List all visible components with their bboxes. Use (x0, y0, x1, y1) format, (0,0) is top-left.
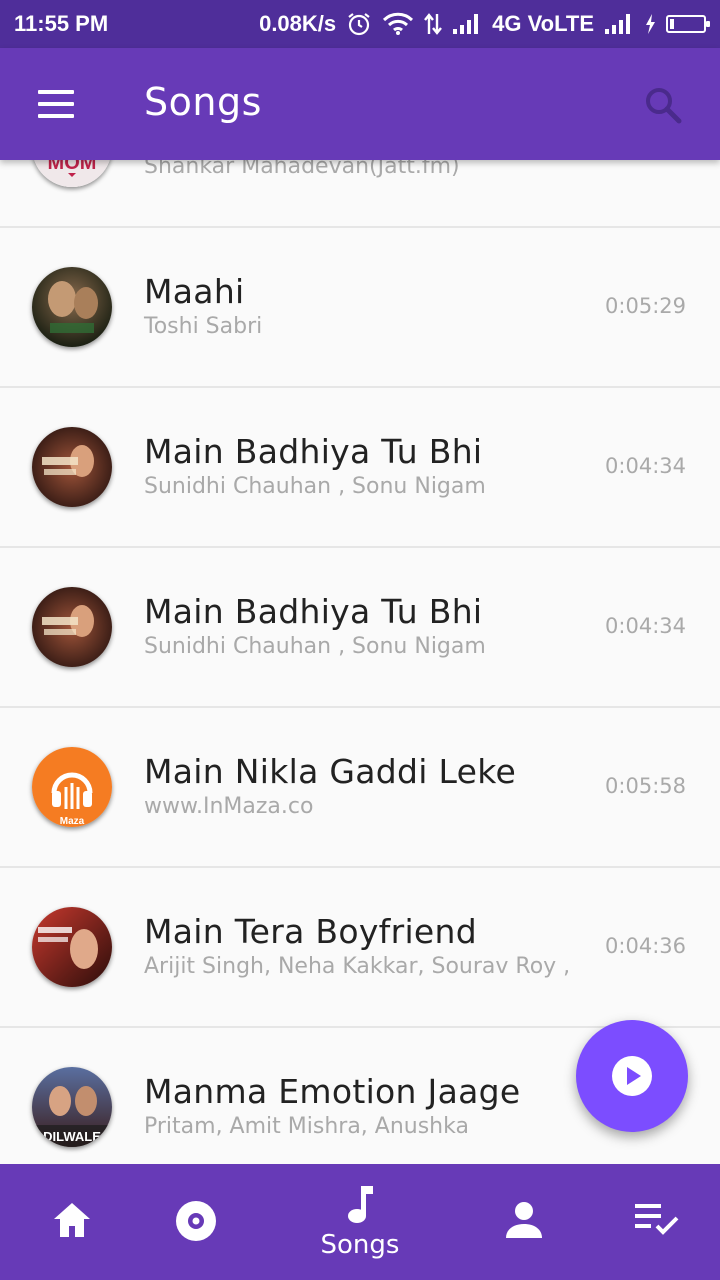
album-art: Maza (32, 747, 112, 827)
song-artist: Arijit Singh, Neha Kakkar, Sourav Roy , (144, 954, 571, 979)
play-fab-button[interactable] (576, 1020, 688, 1132)
song-row[interactable]: Main Tera Boyfriend Arijit Singh, Neha K… (0, 868, 720, 1028)
status-time: 11:55 PM (14, 11, 109, 36)
music-note-icon (345, 1184, 375, 1230)
wifi-icon (382, 12, 414, 36)
song-duration: 0:04:34 (605, 614, 686, 638)
album-art-label: Maza (60, 816, 85, 827)
song-duration: 0:04:36 (605, 934, 686, 958)
album-art: DILWALE (32, 1067, 112, 1147)
song-artist: Sunidhi Chauhan , Sonu Nigam (144, 634, 486, 659)
song-row[interactable]: Main Badhiya Tu Bhi Sunidhi Chauhan , So… (0, 548, 720, 708)
home-icon (51, 1200, 93, 1244)
network-type: 4G VoLTE (492, 11, 594, 36)
song-duration: 0:04:34 (605, 454, 686, 478)
song-artist: Sunidhi Chauhan , Sonu Nigam (144, 474, 486, 499)
album-icon (175, 1200, 217, 1246)
artist-icon (504, 1200, 544, 1244)
song-title: Maahi (144, 272, 245, 311)
data-arrows-icon (424, 12, 443, 36)
net-speed: 0.08K/s (259, 11, 337, 36)
song-title: Manma Emotion Jaage (144, 1072, 521, 1111)
song-row[interactable]: Maahi Toshi Sabri 0:05:29 (0, 228, 720, 388)
album-art-label: DILWALE (43, 1129, 101, 1144)
nav-home[interactable] (0, 1164, 144, 1280)
play-icon (612, 1056, 652, 1096)
song-list[interactable]: MOM Shankar Mahadevan(Jatt.fm) Maahi Tos… (0, 68, 720, 1188)
page-title: Songs (144, 80, 262, 124)
nav-albums[interactable] (124, 1164, 268, 1280)
menu-icon[interactable] (38, 90, 74, 118)
nav-songs[interactable]: Songs (288, 1164, 432, 1280)
playlist-icon (633, 1200, 679, 1240)
album-art (32, 427, 112, 507)
song-row[interactable]: Maza Main Nikla Gaddi Leke www.InMaza.co… (0, 708, 720, 868)
song-duration: 0:05:29 (605, 294, 686, 318)
album-art (32, 267, 112, 347)
album-art (32, 587, 112, 667)
nav-artists[interactable] (452, 1164, 596, 1280)
nav-playlists[interactable] (584, 1164, 720, 1280)
song-duration: 0:05:58 (605, 774, 686, 798)
nav-songs-label: Songs (320, 1230, 400, 1260)
alarm-icon (346, 11, 372, 37)
album-art (32, 907, 112, 987)
status-icons: 0.08K/s 4G VoLTE (259, 11, 710, 37)
signal-icon (452, 13, 482, 35)
song-artist: www.InMaza.co (144, 794, 314, 819)
song-title: Main Badhiya Tu Bhi (144, 592, 483, 631)
signal-icon-2 (604, 13, 634, 35)
song-title: Main Badhiya Tu Bhi (144, 432, 483, 471)
status-bar: 11:55 PM 0.08K/s 4G VoLTE (0, 0, 720, 48)
battery-icon (666, 15, 710, 33)
search-icon[interactable] (644, 86, 682, 124)
song-artist: Pritam, Amit Mishra, Anushka (144, 1114, 469, 1139)
song-title: Main Tera Boyfriend (144, 912, 477, 951)
song-title: Main Nikla Gaddi Leke (144, 752, 517, 791)
song-artist: Toshi Sabri (144, 314, 263, 339)
app-toolbar: Songs (0, 48, 720, 160)
bottom-navigation: Songs (0, 1164, 720, 1280)
song-row[interactable]: Main Badhiya Tu Bhi Sunidhi Chauhan , So… (0, 388, 720, 548)
charging-icon (644, 13, 656, 35)
